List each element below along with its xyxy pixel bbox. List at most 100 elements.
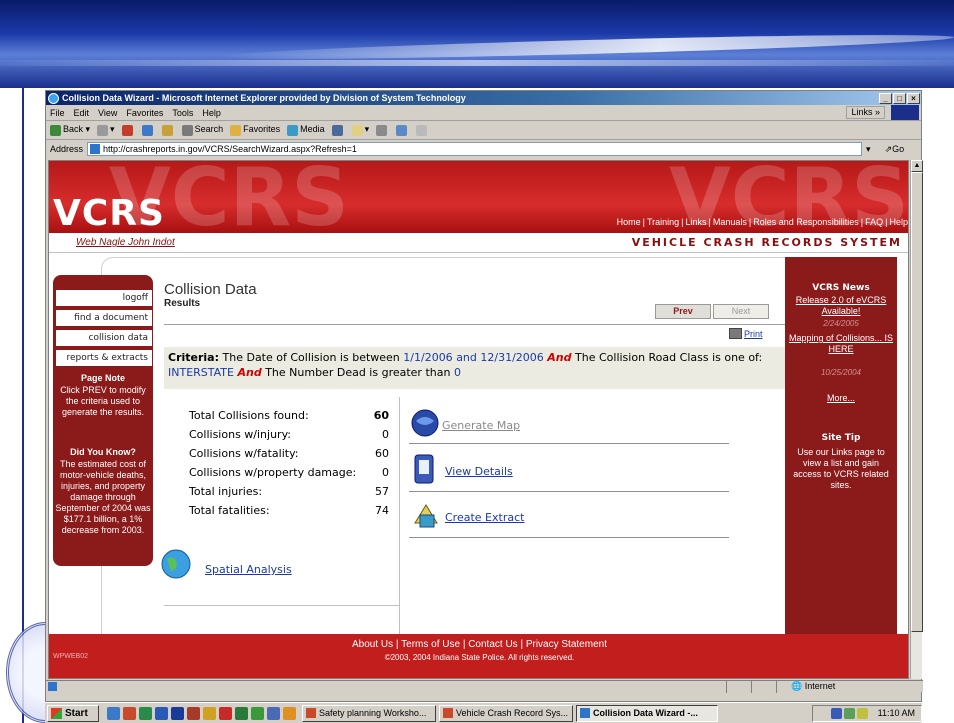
tray-icon[interactable] [830,707,842,719]
link-home[interactable]: Home [617,217,641,227]
task-collision-wizard[interactable]: Collision Data Wizard -... [576,704,718,722]
vcrs-header: VCRS VCRS VCRS Home | Training | Links | Manua… [49,161,908,233]
tray-icon[interactable] [843,707,855,719]
forward-button[interactable]: ▾ [97,124,115,136]
link-manuals[interactable]: Manuals [713,217,747,227]
print-link[interactable]: Print [744,329,763,339]
quick-launch-icon[interactable] [235,706,248,720]
nav-find-document[interactable]: find a document [55,309,153,327]
link-roles[interactable]: Roles and Responsibilities [753,217,859,227]
edit-button[interactable] [396,124,409,136]
criteria-text: The Collision Road Class is one of: [575,351,763,364]
create-extract-link[interactable]: Create Extract [445,511,524,524]
quick-launch-icon[interactable] [283,706,296,720]
did-you-know-text: The estimated cost of motor-vehicle deat… [55,459,151,535]
did-you-know: Did You Know? The estimated cost of moto… [53,447,153,536]
globe-icon[interactable] [161,549,191,579]
history-button[interactable] [331,124,345,136]
menu-favorites[interactable]: Favorites [126,108,163,118]
view-details-link[interactable]: View Details [445,465,513,478]
scroll-thumb[interactable] [911,172,923,632]
quick-launch-icon[interactable] [267,706,280,720]
quick-launch-icon[interactable] [107,706,120,720]
menu-tools[interactable]: Tools [172,108,193,118]
quick-launch-icon[interactable] [155,706,168,720]
quick-launch-icon[interactable] [251,706,264,720]
search-label: Search [194,124,224,135]
user-name-link[interactable]: Web Nagle John Indot [76,237,175,248]
quick-launch-icon[interactable] [139,706,152,720]
refresh-button[interactable] [141,124,155,136]
stat-row: Total injuries: 57 [189,485,389,504]
generate-map-link[interactable]: Generate Map [442,419,520,432]
printer-icon[interactable] [729,328,742,339]
extract-icon[interactable] [411,501,441,531]
quick-launch-icon[interactable] [187,706,200,720]
criteria-label: Criteria: [168,351,220,364]
task-safety-planning[interactable]: Safety planning Worksho... [302,704,436,722]
status-cell [726,681,746,693]
media-button[interactable]: Media [287,124,325,136]
maximize-button[interactable]: □ [893,92,906,104]
footer-contact-link[interactable]: Contact Us [468,639,517,650]
footer-terms-link[interactable]: Terms of Use [401,639,460,650]
spatial-analysis-link[interactable]: Spatial Analysis [205,563,292,576]
criteria-dead-count: 0 [453,366,461,379]
menu-help[interactable]: Help [202,108,221,118]
scroll-up-icon[interactable]: ▲ [911,160,923,172]
footer-privacy-link[interactable]: Privacy Statement [526,639,607,650]
nav-logoff[interactable]: logoff [55,289,153,307]
tray-icon[interactable] [856,707,868,719]
search-button[interactable]: Search [181,124,224,136]
task-vehicle-crash[interactable]: Vehicle Crash Record Sys... [439,704,573,722]
quick-launch-icon[interactable] [219,706,232,720]
site-footer: About Us | Terms of Use | Contact Us | P… [49,634,908,678]
minimize-button[interactable]: _ [879,92,892,104]
menu-edit[interactable]: Edit [74,108,90,118]
back-label: Back [63,124,84,135]
action-rule [409,491,729,492]
quick-launch-icon[interactable] [171,706,184,720]
address-input[interactable]: http://crashreports.in.gov/VCRS/SearchWi… [87,142,863,156]
more-news-link[interactable]: More... [785,393,897,404]
stat-value: 0 [382,428,389,441]
footer-about-link[interactable]: About Us [352,639,393,650]
globe-map-icon[interactable] [411,409,439,437]
quick-launch-icon[interactable] [123,706,136,720]
refresh-icon [141,124,153,136]
right-nav: VCRS News Release 2.0 of eVCRS Available… [785,257,897,678]
nav-reports-extracts[interactable]: reports & extracts [55,349,153,367]
go-button[interactable]: ⇗Go [885,144,905,155]
nav-collision-data[interactable]: collision data [55,329,153,347]
address-dropdown-icon[interactable]: ▾ [866,144,871,155]
clock: 11:10 AM [877,708,915,718]
close-button[interactable]: × [907,92,920,104]
back-button[interactable]: Back ▾ [50,124,90,136]
home-button[interactable] [161,124,175,136]
stat-label: Collisions w/fatality: [189,447,299,460]
menu-file[interactable]: File [50,108,65,118]
link-links[interactable]: Links [685,217,706,227]
news-mapping-link[interactable]: Mapping of Collisions... IS HERE [785,333,897,355]
links-button[interactable]: Links » [846,106,885,119]
print-toolbar-button[interactable] [376,124,389,136]
banner-streak [0,60,954,66]
discuss-button[interactable] [416,124,429,136]
stop-button[interactable] [121,124,135,136]
vertical-scrollbar[interactable]: ▲ [910,160,923,679]
news-release-link[interactable]: Release 2.0 of eVCRS Available! [785,295,897,317]
start-button[interactable]: Start [47,704,99,722]
quick-launch-icon[interactable] [203,706,216,720]
link-training[interactable]: Training [647,217,679,227]
next-button[interactable]: Next [713,304,769,319]
stat-label: Total fatalities: [189,504,270,517]
favorites-button[interactable]: Favorites [230,124,280,136]
criteria-date-end: 12/31/2006 [480,351,544,364]
link-help[interactable]: Help [889,217,908,227]
link-faq[interactable]: FAQ [865,217,883,227]
document-details-icon[interactable] [413,453,437,487]
mail-button[interactable]: ▾ [351,124,369,136]
menu-view[interactable]: View [98,108,117,118]
forward-arrow-icon [97,124,109,136]
prev-button[interactable]: Prev [655,304,711,319]
